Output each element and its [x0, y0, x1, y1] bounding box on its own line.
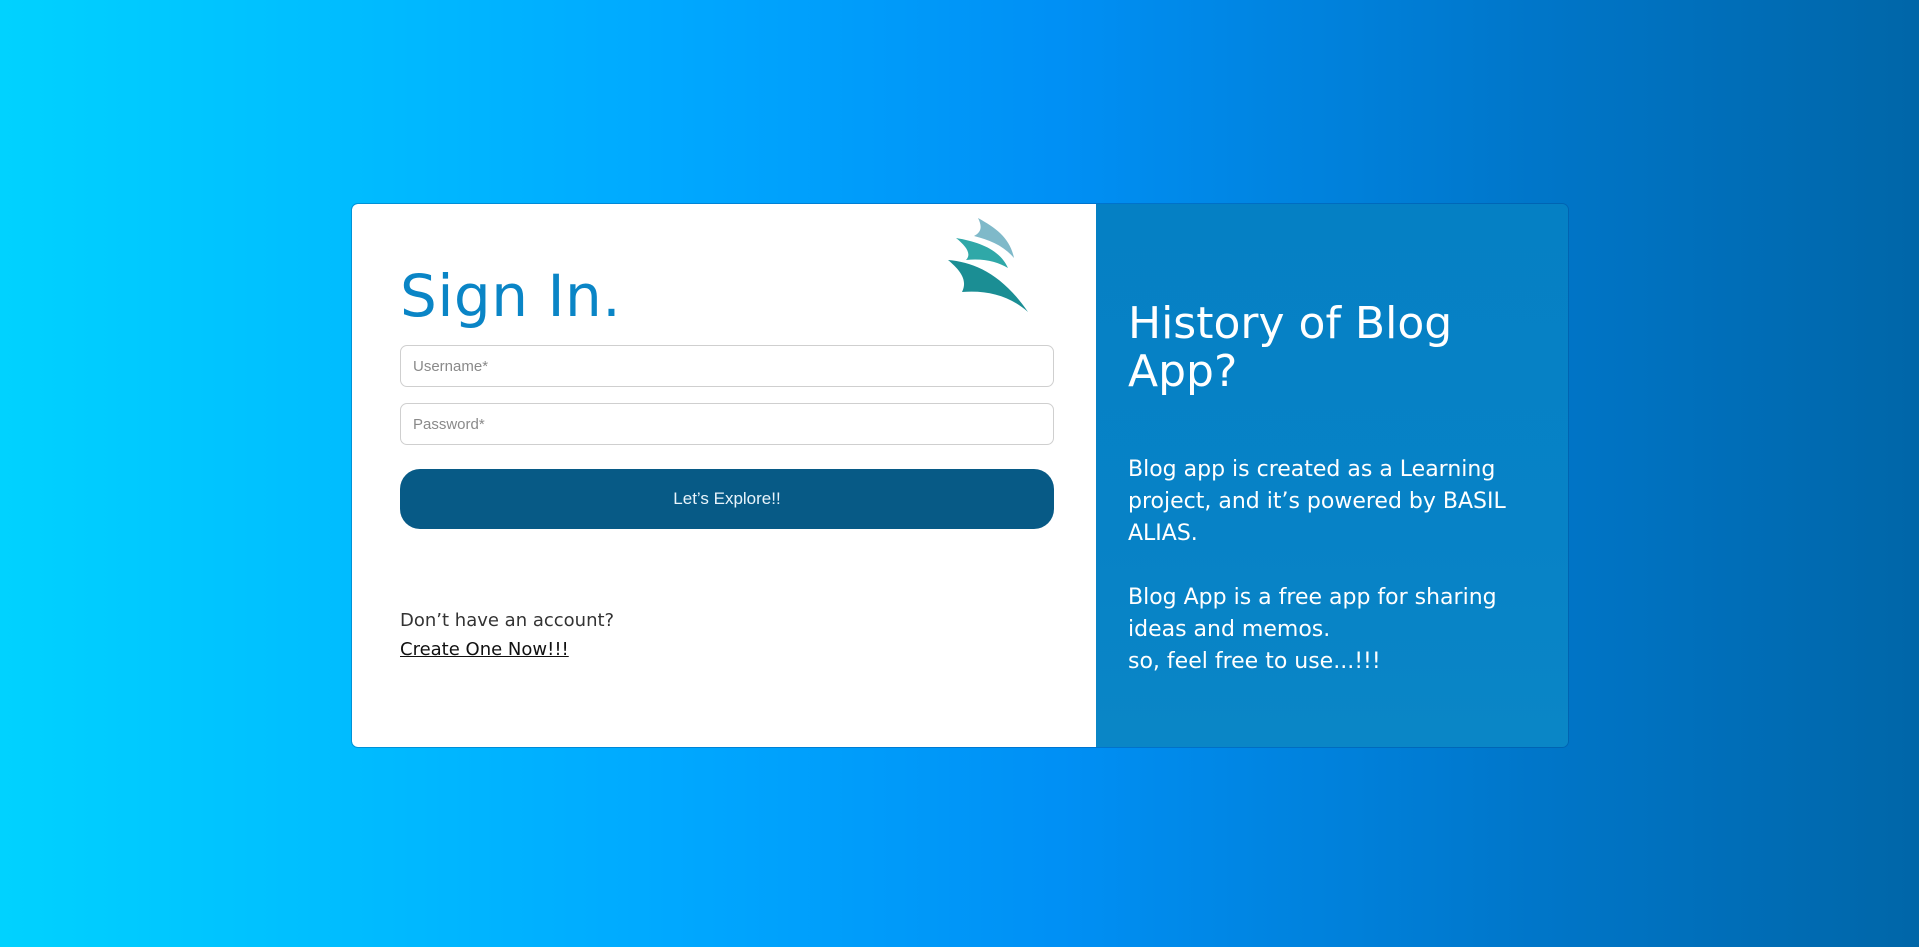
info-paragraph: Blog app is created as a Learning projec…	[1128, 457, 1506, 546]
page-title: Sign In.	[400, 262, 622, 330]
info-panel: History of Blog App? Blog app is created…	[1096, 204, 1568, 747]
info-title: History of Blog App?	[1128, 298, 1453, 397]
info-paragraph-line: so, feel free to use...!!!	[1128, 649, 1381, 674]
password-input[interactable]	[400, 403, 1054, 445]
sign-in-panel: Sign In. Let’s Explore!! Don’t have an a…	[352, 204, 1096, 747]
lets-explore-button[interactable]: Let’s Explore!!	[400, 469, 1054, 529]
login-card: Sign In. Let’s Explore!! Don’t have an a…	[352, 204, 1568, 747]
info-paragraph: Blog App is a free app for sharing ideas…	[1128, 582, 1528, 678]
info-paragraph-line: Blog App is a free app for sharing ideas…	[1128, 585, 1497, 642]
wave-logo-icon	[948, 218, 1028, 312]
create-account-link[interactable]: Create One Now!!!	[400, 639, 569, 660]
username-input[interactable]	[400, 345, 1054, 387]
signup-prompt-text: Don’t have an account?	[400, 610, 615, 631]
